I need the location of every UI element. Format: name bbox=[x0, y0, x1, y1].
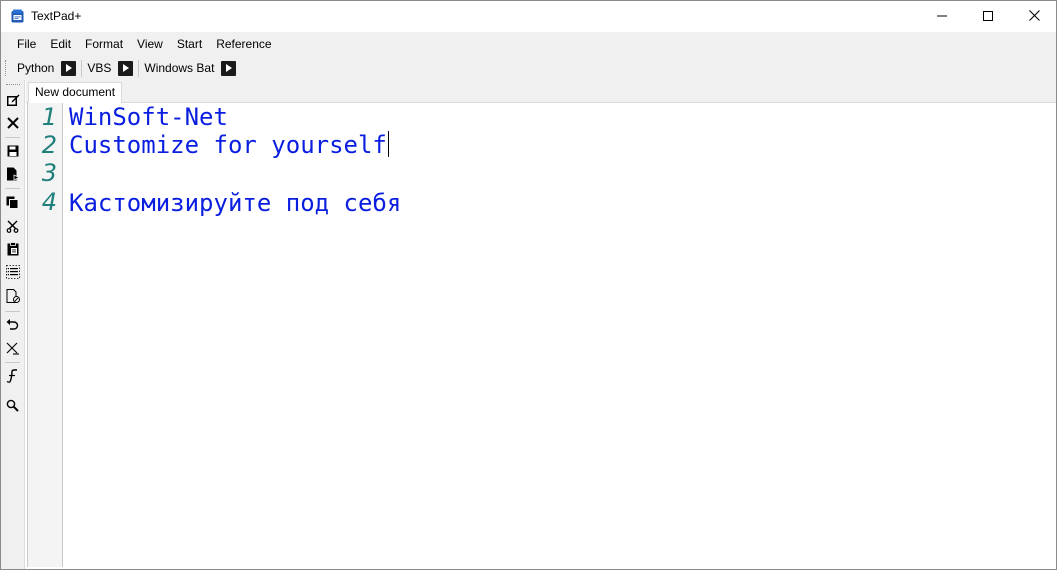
search-button[interactable] bbox=[4, 398, 21, 415]
run-windows-bat-group: Windows Bat bbox=[140, 60, 240, 76]
close-document-icon bbox=[6, 117, 19, 132]
undo-icon bbox=[6, 318, 19, 333]
line-number: 4 bbox=[41, 188, 57, 216]
close-button[interactable] bbox=[1011, 1, 1057, 32]
select-all-button[interactable] bbox=[4, 265, 21, 282]
document-settings-button[interactable] bbox=[4, 289, 21, 306]
editor-line-text: Кастомизируйте под себя bbox=[69, 189, 402, 217]
text-editor[interactable]: 1 2 3 4 WinSoft-Net Customize for yourse… bbox=[27, 103, 1054, 567]
font-icon bbox=[6, 369, 19, 386]
run-toolbar: Python VBS Windows Bat bbox=[1, 56, 1056, 80]
toolbar-separator bbox=[81, 59, 83, 77]
maximize-icon bbox=[983, 10, 993, 24]
maximize-button[interactable] bbox=[965, 1, 1011, 32]
play-icon[interactable] bbox=[221, 60, 237, 76]
select-all-icon bbox=[5, 265, 20, 282]
run-vbs-group: VBS bbox=[83, 60, 137, 76]
menu-file[interactable]: File bbox=[10, 33, 43, 55]
close-document-button[interactable] bbox=[4, 116, 21, 133]
title-bar[interactable]: TextPad+ bbox=[1, 1, 1056, 32]
undo-button[interactable] bbox=[4, 317, 21, 334]
save-as-icon bbox=[6, 167, 20, 184]
save-button[interactable] bbox=[4, 144, 21, 161]
text-cursor bbox=[387, 131, 389, 157]
paste-icon bbox=[7, 242, 19, 259]
window-title: TextPad+ bbox=[31, 9, 82, 23]
minimize-button[interactable] bbox=[919, 1, 965, 32]
app-window: TextPad+ File Edit Format View Start Ref… bbox=[0, 0, 1057, 570]
menu-bar: File Edit Format View Start Reference bbox=[1, 32, 1056, 56]
menu-reference[interactable]: Reference bbox=[209, 33, 278, 55]
run-vbs-label: VBS bbox=[87, 61, 112, 75]
line-number: 2 bbox=[41, 131, 57, 159]
editor-line[interactable]: WinSoft-Net bbox=[69, 103, 228, 131]
run-python-group: Python bbox=[13, 60, 80, 76]
menu-view[interactable]: View bbox=[130, 33, 170, 55]
toolbar-separator bbox=[5, 362, 20, 363]
delete-icon bbox=[6, 342, 20, 358]
run-python-label: Python bbox=[17, 61, 55, 75]
new-document-icon bbox=[6, 93, 20, 110]
document-settings-icon bbox=[6, 289, 20, 306]
play-icon[interactable] bbox=[118, 60, 134, 76]
line-number: 3 bbox=[41, 159, 57, 187]
save-as-button[interactable] bbox=[4, 167, 21, 184]
cut-button[interactable] bbox=[4, 219, 21, 236]
editor-line-text: WinSoft-Net bbox=[69, 103, 228, 131]
toolbar-separator bbox=[5, 311, 20, 312]
tab-new-document[interactable]: New document bbox=[28, 82, 123, 103]
editor-line[interactable]: Customize for yourself bbox=[69, 131, 389, 159]
menu-edit[interactable]: Edit bbox=[43, 33, 78, 55]
close-icon bbox=[1028, 9, 1040, 24]
delete-button[interactable] bbox=[4, 341, 21, 358]
textpad-app-icon bbox=[11, 9, 24, 23]
menu-format[interactable]: Format bbox=[78, 33, 130, 55]
menu-start[interactable]: Start bbox=[170, 33, 209, 55]
editor-line[interactable]: Кастомизируйте под себя bbox=[69, 189, 401, 217]
cut-icon bbox=[6, 220, 19, 236]
copy-icon bbox=[6, 196, 19, 212]
toolbar-separator bbox=[138, 59, 140, 77]
tab-strip: New document bbox=[26, 80, 1056, 103]
side-toolbar bbox=[1, 80, 25, 569]
paste-button[interactable] bbox=[4, 242, 21, 259]
line-number-gutter: 1 2 3 4 bbox=[28, 103, 63, 567]
font-button[interactable] bbox=[4, 369, 21, 386]
new-document-button[interactable] bbox=[4, 93, 21, 110]
copy-button[interactable] bbox=[4, 195, 21, 212]
minimize-icon bbox=[937, 10, 947, 24]
line-number: 1 bbox=[41, 103, 57, 131]
toolbar-separator bbox=[5, 137, 20, 138]
run-windows-bat-label: Windows Bat bbox=[144, 61, 215, 75]
editor-line-text: Customize for yourself bbox=[69, 131, 387, 159]
save-icon bbox=[7, 145, 19, 160]
search-icon bbox=[6, 399, 19, 415]
side-toolbar-grip[interactable] bbox=[6, 84, 20, 87]
toolbar-grip[interactable] bbox=[5, 60, 9, 76]
play-icon[interactable] bbox=[61, 60, 77, 76]
toolbar-separator bbox=[5, 188, 20, 189]
